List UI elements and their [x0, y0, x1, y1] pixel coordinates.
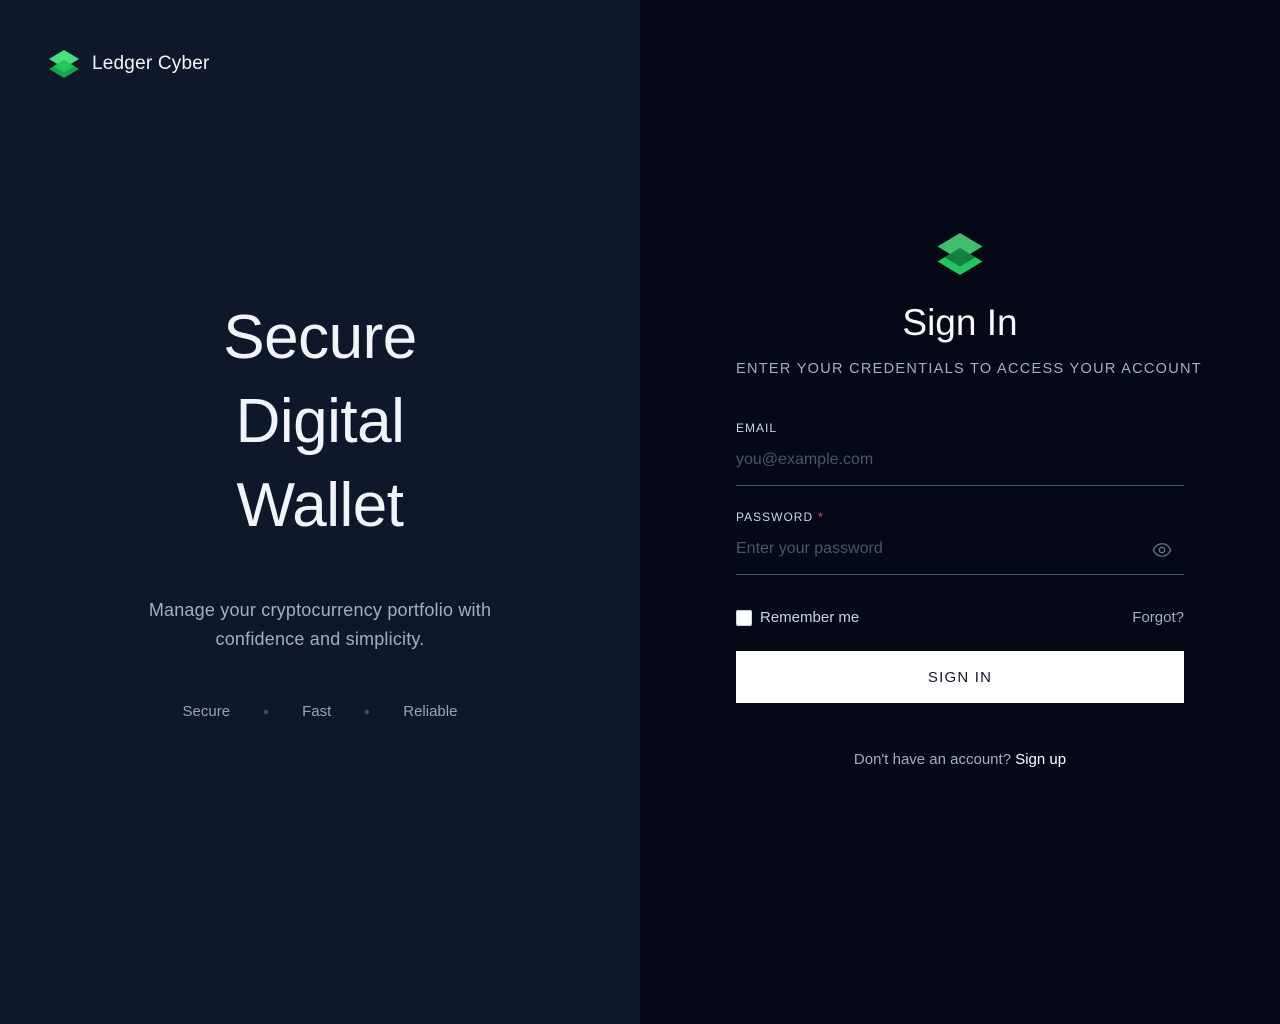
- password-field[interactable]: [736, 524, 1184, 574]
- forgot-password-link[interactable]: Forgot?: [1132, 609, 1184, 626]
- hero-tagline: Manage your cryptocurrency portfolio wit…: [0, 596, 640, 654]
- feature-separator: [264, 709, 269, 714]
- brand: Ledger Cyber: [48, 48, 210, 80]
- password-field-wrapper: [736, 524, 1184, 575]
- remember-me-checkbox[interactable]: [736, 609, 752, 626]
- remember-me-toggle[interactable]: Remember me: [736, 609, 859, 626]
- feature-separator: [365, 709, 370, 714]
- layers-icon: [49, 50, 79, 78]
- remember-me-label: Remember me: [760, 609, 860, 626]
- form-logo: [736, 230, 1184, 278]
- email-label-text: EMAIL: [736, 421, 778, 435]
- eye-icon[interactable]: [1152, 540, 1172, 560]
- hero-line: Digital: [235, 387, 405, 456]
- brand-name: Ledger Cyber: [92, 53, 210, 74]
- form-options-row: Remember me Forgot?: [736, 609, 1184, 626]
- feature-reliable: Reliable: [403, 703, 458, 720]
- brand-panel: Ledger Cyber Secure Digital Wallet Manag…: [0, 0, 640, 1024]
- signin-panel: Sign In ENTER YOUR CREDENTIALS TO ACCESS…: [640, 0, 1280, 1024]
- signup-row: Don't have an account? Sign up: [736, 751, 1184, 768]
- email-field[interactable]: [736, 435, 1184, 485]
- sign-in-button[interactable]: SIGN IN: [736, 651, 1184, 703]
- required-indicator: *: [818, 510, 824, 524]
- feature-secure: Secure: [182, 703, 231, 720]
- page-subtitle: ENTER YOUR CREDENTIALS TO ACCESS YOUR AC…: [736, 361, 1202, 377]
- email-label: EMAIL: [736, 421, 1184, 435]
- password-label: PASSWORD *: [736, 510, 1184, 524]
- feature-fast: Fast: [302, 703, 332, 720]
- signup-prompt: Don't have an account?: [853, 751, 1012, 768]
- layers-icon: [937, 233, 983, 275]
- hero-heading: Secure Digital Wallet: [0, 296, 640, 548]
- feature-list: Secure Fast Reliable: [0, 703, 640, 720]
- password-label-text: PASSWORD: [736, 510, 814, 524]
- sign-up-link[interactable]: Sign up: [1015, 751, 1066, 768]
- tagline-line: confidence and simplicity.: [215, 629, 425, 649]
- hero-line: Wallet: [236, 471, 404, 540]
- page-title: Sign In: [902, 302, 1018, 343]
- tagline-line: Manage your cryptocurrency portfolio wit…: [148, 600, 492, 620]
- hero-line: Secure: [223, 303, 417, 372]
- email-field-wrapper: [736, 435, 1184, 486]
- signin-form: Sign In ENTER YOUR CREDENTIALS TO ACCESS…: [736, 230, 1202, 768]
